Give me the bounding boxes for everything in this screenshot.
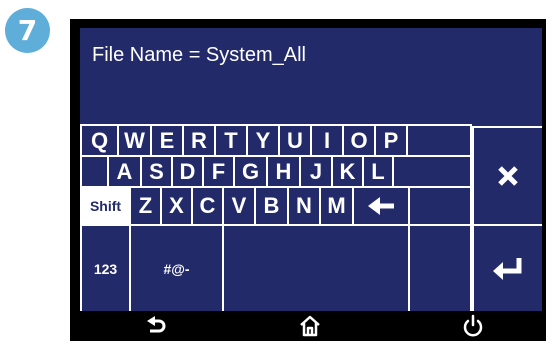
key-z[interactable]: Z (131, 188, 162, 226)
key-g[interactable]: G (235, 157, 268, 188)
key-l[interactable]: L (364, 157, 394, 188)
key-c[interactable]: C (193, 188, 224, 226)
cancel-button[interactable] (472, 126, 542, 226)
key-w[interactable]: W (119, 126, 152, 157)
shift-key[interactable]: Shift (82, 188, 131, 226)
key-k[interactable]: K (333, 157, 364, 188)
key-a[interactable]: A (109, 157, 142, 188)
power-button[interactable] (448, 311, 498, 341)
key-n[interactable]: N (289, 188, 321, 226)
key-blank-r2-left[interactable] (82, 157, 109, 188)
left-arrow-icon (368, 197, 394, 215)
key-m[interactable]: M (321, 188, 354, 226)
key-h[interactable]: H (268, 157, 301, 188)
key-d[interactable]: D (173, 157, 204, 188)
filename-field[interactable]: File Name = System_All (80, 28, 542, 124)
key-s[interactable]: S (142, 157, 173, 188)
key-v[interactable]: V (224, 188, 256, 226)
key-u[interactable]: U (280, 126, 312, 157)
device-frame: File Name = System_All Q W E R T Y U I O… (70, 19, 546, 341)
symbols-key[interactable]: #@- (131, 226, 224, 311)
key-f[interactable]: F (204, 157, 235, 188)
keyboard: Q W E R T Y U I O P A S D F G H J K L Sh… (80, 124, 542, 311)
home-button[interactable] (285, 311, 335, 341)
power-icon (463, 314, 483, 337)
key-e[interactable]: E (152, 126, 184, 157)
back-button[interactable] (132, 311, 182, 341)
space-key[interactable] (224, 226, 410, 311)
key-blank-r2-right[interactable] (394, 157, 472, 188)
key-x[interactable]: X (162, 188, 193, 226)
enter-return-icon (493, 257, 522, 280)
key-blank-r1[interactable] (408, 126, 472, 157)
key-t[interactable]: T (216, 126, 248, 157)
step-number-badge: 7 (5, 8, 50, 53)
key-blank-r4-right[interactable] (410, 226, 472, 311)
key-j[interactable]: J (301, 157, 333, 188)
bottom-nav-bar (70, 311, 546, 341)
back-arrow-icon (147, 316, 166, 333)
key-i[interactable]: I (312, 126, 344, 157)
backspace-key[interactable] (354, 188, 410, 226)
enter-button[interactable] (472, 226, 542, 311)
key-b[interactable]: B (256, 188, 289, 226)
key-o[interactable]: O (344, 126, 376, 157)
keyboard-screen: File Name = System_All Q W E R T Y U I O… (80, 28, 542, 311)
home-icon (300, 315, 320, 337)
numbers-key[interactable]: 123 (82, 226, 131, 311)
key-q[interactable]: Q (82, 126, 119, 157)
key-r[interactable]: R (184, 126, 216, 157)
key-p[interactable]: P (376, 126, 408, 157)
close-icon (498, 166, 518, 186)
key-y[interactable]: Y (248, 126, 280, 157)
key-blank-r3-right[interactable] (410, 188, 472, 226)
